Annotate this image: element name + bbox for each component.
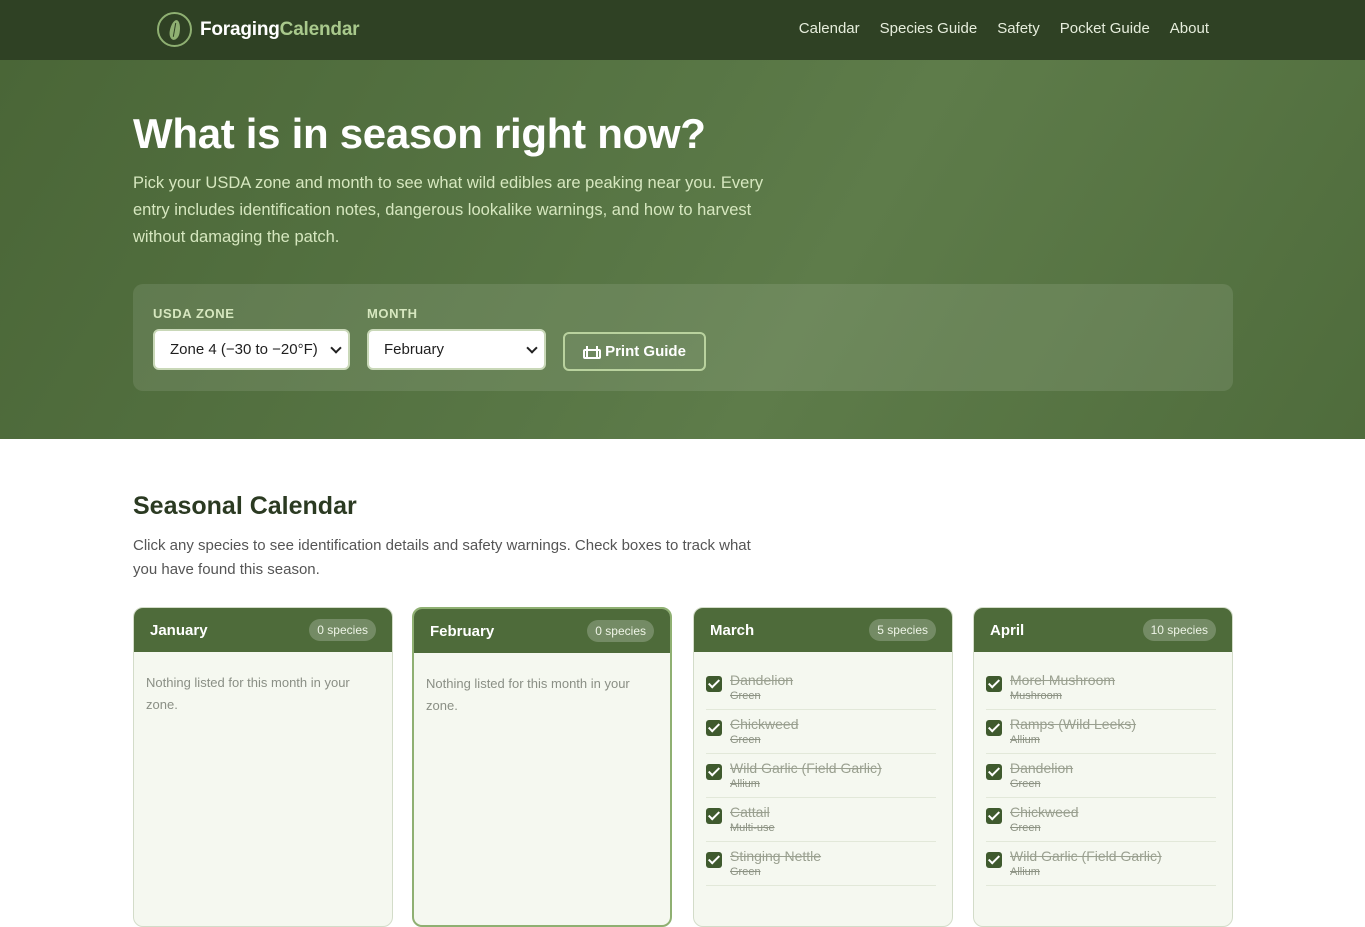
zone-select-value: Zone 4 (−30 to −20°F) [170, 341, 318, 358]
species-name: Chickweed [1010, 804, 1079, 820]
month-card-january: January 0 species Nothing listed for thi… [133, 607, 393, 927]
species-item[interactable]: Cattail Multi-use [706, 798, 936, 842]
empty-month-message: Nothing listed for this month in your zo… [426, 676, 630, 713]
species-name: Chickweed [730, 716, 799, 732]
brand-logo[interactable]: ForagingCalendar [157, 12, 360, 47]
hero-title: What is in season right now? [133, 110, 706, 157]
species-count-badge: 0 species [587, 620, 654, 642]
species-item[interactable]: Dandelion Green [706, 666, 936, 710]
checkmark-icon[interactable] [986, 720, 1002, 736]
month-card-title: April [990, 621, 1025, 639]
leaf-icon [167, 18, 182, 41]
empty-month-message: Nothing listed for this month in your zo… [146, 675, 350, 712]
species-item[interactable]: Chickweed Green [706, 710, 936, 754]
species-category: Green [730, 690, 761, 702]
hero-subtitle: Pick your USDA zone and month to see wha… [133, 174, 764, 246]
checkmark-icon[interactable] [706, 852, 722, 868]
species-category: Allium [730, 778, 760, 790]
species-count-badge: 5 species [869, 619, 936, 641]
species-item[interactable]: Dandelion Green [986, 754, 1216, 798]
chevron-down-icon [330, 341, 342, 354]
hero-section: What is in season right now? Pick your U… [0, 60, 1365, 439]
chevron-down-icon [526, 341, 538, 354]
species-item[interactable]: Morel Mushroom Mushroom [986, 666, 1216, 710]
month-card-title: January [150, 621, 208, 639]
species-name: Wild Garlic (Field Garlic) [1010, 848, 1162, 864]
species-category: Multi-use [730, 822, 775, 834]
brand-name-part2: Calendar [279, 18, 360, 40]
checkmark-icon[interactable] [706, 676, 722, 692]
zone-select[interactable]: Zone 4 (−30 to −20°F) [153, 329, 350, 370]
main-nav: Calendar Species Guide Safety Pocket Gui… [799, 20, 1209, 37]
checkmark-icon[interactable] [706, 720, 722, 736]
species-item[interactable]: Wild Garlic (Field Garlic) Allium [986, 842, 1216, 886]
calendar-title: Seasonal Calendar [133, 492, 357, 520]
month-field: MONTH February [367, 306, 546, 370]
species-category: Allium [1010, 734, 1040, 746]
species-count-badge: 0 species [309, 619, 376, 641]
species-name: Cattail [730, 804, 770, 820]
species-category: Mushroom [1010, 690, 1062, 702]
print-guide-label: Print Guide [605, 343, 686, 360]
species-item[interactable]: Chickweed Green [986, 798, 1216, 842]
nav-pocket-guide[interactable]: Pocket Guide [1060, 20, 1150, 37]
checkmark-icon[interactable] [986, 676, 1002, 692]
month-card-title: February [430, 622, 495, 640]
brand-name: ForagingCalendar [200, 18, 360, 41]
species-count-badge: 10 species [1142, 619, 1216, 641]
month-card-header[interactable]: January 0 species [134, 608, 392, 652]
species-name: Dandelion [730, 672, 794, 688]
species-item[interactable]: Stinging Nettle Green [706, 842, 936, 886]
species-name: Dandelion [1010, 760, 1074, 776]
species-category: Green [1010, 822, 1041, 834]
nav-about[interactable]: About [1170, 20, 1209, 37]
species-name: Stinging Nettle [730, 848, 822, 864]
nav-species-guide[interactable]: Species Guide [880, 20, 978, 37]
checkmark-icon[interactable] [706, 808, 722, 824]
species-list: Dandelion Green Chickweed Green Wild Garli… [694, 652, 952, 886]
species-item[interactable]: Ramps (Wild Leeks) Allium [986, 710, 1216, 754]
species-name: Ramps (Wild Leeks) [1010, 716, 1137, 732]
month-select[interactable]: February [367, 329, 546, 370]
month-card-title: March [710, 621, 755, 639]
month-label: MONTH [367, 306, 418, 321]
zone-field: USDA ZONE Zone 4 (−30 to −20°F) [153, 306, 350, 370]
species-item[interactable]: Wild Garlic (Field Garlic) Allium [706, 754, 936, 798]
species-name: Wild Garlic (Field Garlic) [730, 760, 882, 776]
month-card-february: February 0 species Nothing listed for th… [412, 607, 672, 927]
month-card-march: March 5 species Dandelion Green Chickweed… [693, 607, 953, 927]
month-select-value: February [384, 341, 445, 358]
species-category: Green [730, 734, 761, 746]
species-category: Allium [1010, 866, 1040, 878]
month-card-header[interactable]: April 10 species [974, 608, 1232, 652]
species-category: Green [730, 866, 761, 878]
print-guide-button[interactable]: Print Guide [563, 332, 706, 371]
species-name: Morel Mushroom [1010, 672, 1116, 688]
month-card-header[interactable]: February 0 species [414, 609, 670, 653]
logo-circle [157, 12, 192, 47]
zone-label: USDA ZONE [153, 306, 235, 321]
checkmark-icon[interactable] [706, 764, 722, 780]
species-list: Morel Mushroom Mushroom Ramps (Wild Leeks… [974, 652, 1232, 886]
checkmark-icon[interactable] [986, 808, 1002, 824]
printer-icon [583, 345, 602, 359]
top-navigation-bar: ForagingCalendar Calendar Species Guide … [0, 0, 1365, 60]
checkmark-icon[interactable] [986, 852, 1002, 868]
checkmark-icon[interactable] [986, 764, 1002, 780]
species-category: Green [1010, 778, 1041, 790]
brand-name-part1: Foraging [200, 18, 280, 40]
month-card-header[interactable]: March 5 species [694, 608, 952, 652]
nav-safety[interactable]: Safety [997, 20, 1040, 37]
month-card-april: April 10 species Morel Mushroom Mushroom … [973, 607, 1233, 927]
calendar-description: Click any species to see identification … [133, 537, 751, 578]
nav-calendar[interactable]: Calendar [799, 20, 860, 37]
filter-panel: USDA ZONE Zone 4 (−30 to −20°F) MONTH Fe… [133, 284, 1233, 391]
